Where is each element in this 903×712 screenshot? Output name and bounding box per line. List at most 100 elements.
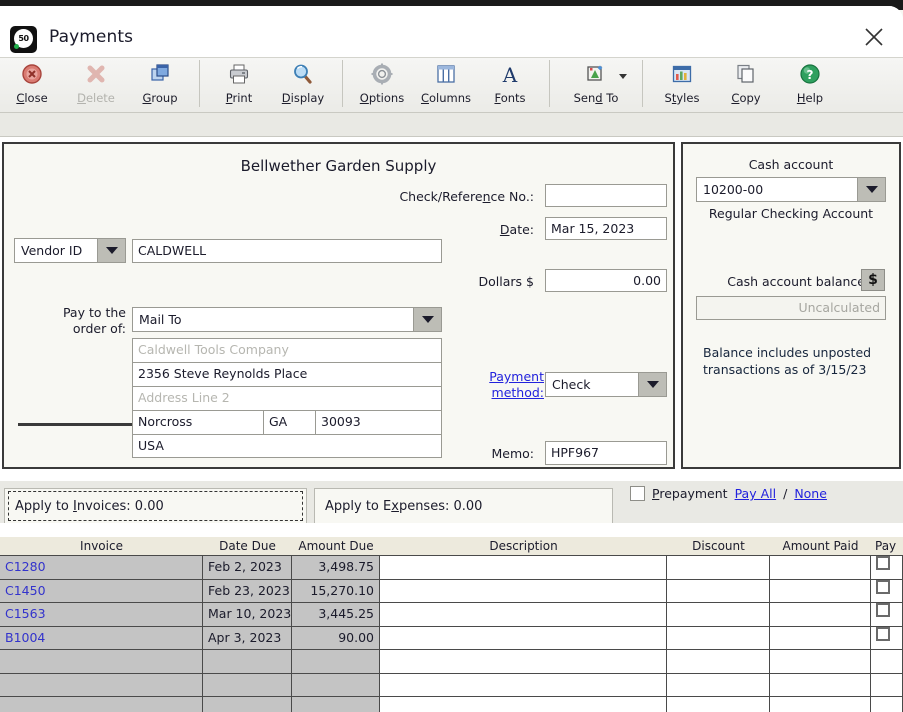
cell-invoice[interactable] xyxy=(0,673,203,697)
cell-description[interactable] xyxy=(380,603,667,627)
cell-pay[interactable] xyxy=(871,556,903,580)
chevron-down-icon[interactable] xyxy=(413,308,441,331)
cell-amount-due[interactable] xyxy=(292,673,380,697)
chevron-down-icon[interactable] xyxy=(857,178,885,201)
cell-amount-paid[interactable] xyxy=(770,673,871,697)
send-to-button[interactable]: Send To xyxy=(557,58,635,107)
check-ref-input[interactable] xyxy=(545,184,667,207)
cell-discount[interactable] xyxy=(667,556,770,580)
cell-date-due[interactable]: Mar 10, 2023 xyxy=(203,603,292,627)
table-row[interactable]: C1450 Feb 23, 2023 15,270.10 xyxy=(0,579,903,603)
cell-description[interactable] xyxy=(380,626,667,650)
cell-description[interactable] xyxy=(380,673,667,697)
cell-date-due[interactable]: Apr 3, 2023 xyxy=(203,626,292,650)
address-row-country[interactable]: USA xyxy=(132,434,442,458)
cell-date-due[interactable]: Feb 23, 2023 xyxy=(203,579,292,603)
dollars-input[interactable]: 0.00 xyxy=(545,269,667,292)
cell-amount-due[interactable] xyxy=(292,697,380,712)
cell-invoice[interactable]: C1563 xyxy=(0,603,203,627)
cell-discount[interactable] xyxy=(667,579,770,603)
cell-discount[interactable] xyxy=(667,603,770,627)
cell-pay[interactable] xyxy=(871,697,903,712)
cell-description[interactable] xyxy=(380,579,667,603)
tab-apply-to-expenses[interactable]: Apply to Expenses: 0.00 xyxy=(314,488,613,523)
pay-checkbox[interactable] xyxy=(876,603,890,617)
cell-amount-paid[interactable] xyxy=(770,579,871,603)
vendor-id-input[interactable]: CALDWELL xyxy=(132,239,442,263)
address-row-line1[interactable]: 2356 Steve Reynolds Place xyxy=(132,362,442,386)
cell-description[interactable] xyxy=(380,650,667,674)
pay-checkbox[interactable] xyxy=(876,626,890,641)
cell-date-due[interactable]: Feb 2, 2023 xyxy=(203,556,292,580)
vendor-id-select[interactable]: Vendor ID xyxy=(14,238,126,263)
pay-checkbox[interactable] xyxy=(876,579,890,594)
fonts-button[interactable]: A Fonts xyxy=(478,58,542,107)
cell-description[interactable] xyxy=(380,556,667,580)
cell-amount-paid[interactable] xyxy=(770,697,871,712)
cell-discount[interactable] xyxy=(667,650,770,674)
tab-apply-to-invoices[interactable]: Apply to Invoices: 0.00 xyxy=(4,488,307,523)
copy-button[interactable]: Copy xyxy=(714,58,778,107)
address-row-company[interactable]: Caldwell Tools Company xyxy=(132,338,442,362)
cell-amount-due[interactable]: 90.00 xyxy=(292,626,380,650)
cell-pay[interactable] xyxy=(871,673,903,697)
cash-account-select[interactable]: 10200-00 xyxy=(696,177,886,202)
mail-to-select[interactable]: Mail To xyxy=(132,307,442,332)
cell-invoice[interactable]: C1280 xyxy=(0,556,203,580)
send-to-caret-icon[interactable] xyxy=(619,74,627,79)
prepayment-checkbox[interactable] xyxy=(630,486,645,501)
calculate-balance-button[interactable]: $ xyxy=(861,269,885,291)
address-row-city-state-zip[interactable]: Norcross GA 30093 xyxy=(132,410,442,434)
cell-pay[interactable] xyxy=(871,603,903,627)
cell-date-due[interactable] xyxy=(203,697,292,712)
cell-pay[interactable] xyxy=(871,626,903,650)
close-icon[interactable] xyxy=(855,20,893,54)
print-button[interactable]: Print xyxy=(207,58,271,107)
none-link[interactable]: None xyxy=(794,486,827,501)
table-row[interactable] xyxy=(0,650,903,674)
pay-all-link[interactable]: Pay All xyxy=(735,486,777,501)
table-row[interactable] xyxy=(0,673,903,697)
payment-method-link-line1[interactable]: Payment xyxy=(478,369,544,384)
help-button[interactable]: ? Help xyxy=(778,58,842,107)
cell-discount[interactable] xyxy=(667,626,770,650)
cell-amount-due[interactable] xyxy=(292,650,380,674)
columns-button[interactable]: Columns xyxy=(414,58,478,107)
cell-description[interactable] xyxy=(380,697,667,712)
sage50-icon-dot xyxy=(14,44,19,49)
cell-date-due[interactable] xyxy=(203,650,292,674)
chevron-down-icon[interactable] xyxy=(97,239,125,262)
cell-discount[interactable] xyxy=(667,697,770,712)
pay-checkbox[interactable] xyxy=(876,556,890,570)
table-row[interactable]: C1563 Mar 10, 2023 3,445.25 xyxy=(0,603,903,627)
cell-amount-due[interactable]: 3,445.25 xyxy=(292,603,380,627)
cell-amount-paid[interactable] xyxy=(770,650,871,674)
cell-amount-due[interactable]: 15,270.10 xyxy=(292,579,380,603)
cell-invoice[interactable] xyxy=(0,650,203,674)
payment-method-link-line2[interactable]: method: xyxy=(478,385,544,400)
cell-amount-due[interactable]: 3,498.75 xyxy=(292,556,380,580)
cell-invoice[interactable] xyxy=(0,697,203,712)
close-button[interactable]: Close xyxy=(0,58,64,107)
styles-button[interactable]: Styles xyxy=(650,58,714,107)
payment-method-select[interactable]: Check xyxy=(545,372,667,397)
cell-amount-paid[interactable] xyxy=(770,603,871,627)
memo-input[interactable]: HPF967 xyxy=(545,441,667,465)
cell-invoice[interactable]: B1004 xyxy=(0,626,203,650)
date-input[interactable]: Mar 15, 2023 xyxy=(545,217,667,240)
options-button[interactable]: Options xyxy=(350,58,414,107)
group-button[interactable]: Group xyxy=(128,58,192,107)
display-button[interactable]: Display xyxy=(271,58,335,107)
cell-amount-paid[interactable] xyxy=(770,556,871,580)
table-row[interactable]: C1280 Feb 2, 2023 3,498.75 xyxy=(0,556,903,580)
cell-pay[interactable] xyxy=(871,579,903,603)
cell-date-due[interactable] xyxy=(203,673,292,697)
address-row-line2[interactable]: Address Line 2 xyxy=(132,386,442,410)
table-row[interactable]: B1004 Apr 3, 2023 90.00 xyxy=(0,626,903,650)
table-row[interactable] xyxy=(0,697,903,712)
chevron-down-icon[interactable] xyxy=(638,373,666,396)
cell-discount[interactable] xyxy=(667,673,770,697)
cell-invoice[interactable]: C1450 xyxy=(0,579,203,603)
cell-pay[interactable] xyxy=(871,650,903,674)
cell-amount-paid[interactable] xyxy=(770,626,871,650)
